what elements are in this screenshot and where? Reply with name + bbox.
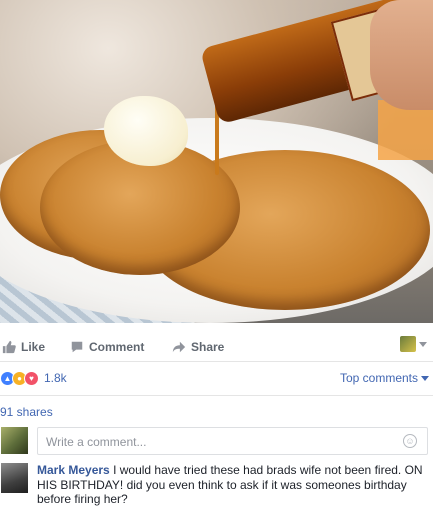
thumbs-up-icon [2,340,16,354]
share-arrow-icon [172,341,186,353]
write-comment-row: Write a comment... ☺ [0,427,433,457]
chevron-down-icon [419,341,427,347]
top-comments-dropdown[interactable]: Top comments [340,371,429,385]
comment-input[interactable]: Write a comment... ☺ [37,427,428,455]
post-photo[interactable] [0,0,433,323]
divider [0,361,433,362]
avatar[interactable] [1,463,28,493]
post-as-selector[interactable] [400,336,427,352]
top-comments-label: Top comments [339,371,418,385]
smiley-icon[interactable]: ☺ [403,434,417,448]
hand [370,0,433,110]
viewer-avatar [400,336,416,352]
avatar[interactable] [1,427,28,454]
comment-button[interactable]: Comment [70,340,144,354]
action-bar: Like Comment Share [0,336,433,358]
reactions-bar: ▲ ● ♥ 1.8k Top comments [0,368,433,388]
share-button[interactable]: Share [172,340,224,354]
reaction-icons[interactable]: ▲ ● ♥ [0,370,39,386]
divider [0,395,433,396]
comment-label: Comment [89,340,145,354]
shares-link[interactable]: 91 shares [0,405,53,419]
comment-text: Mark Meyers I would have tried these had… [37,463,429,507]
share-label: Share [191,340,225,354]
love-reaction-icon: ♥ [24,370,39,386]
speech-bubble-icon [71,341,83,353]
chevron-down-icon [421,375,429,381]
like-label: Like [21,340,46,354]
like-button[interactable]: Like [2,340,45,354]
comment-author[interactable]: Mark Meyers [37,463,110,477]
comment-input-placeholder: Write a comment... [46,435,147,449]
reaction-count[interactable]: 1.8k [44,371,67,385]
